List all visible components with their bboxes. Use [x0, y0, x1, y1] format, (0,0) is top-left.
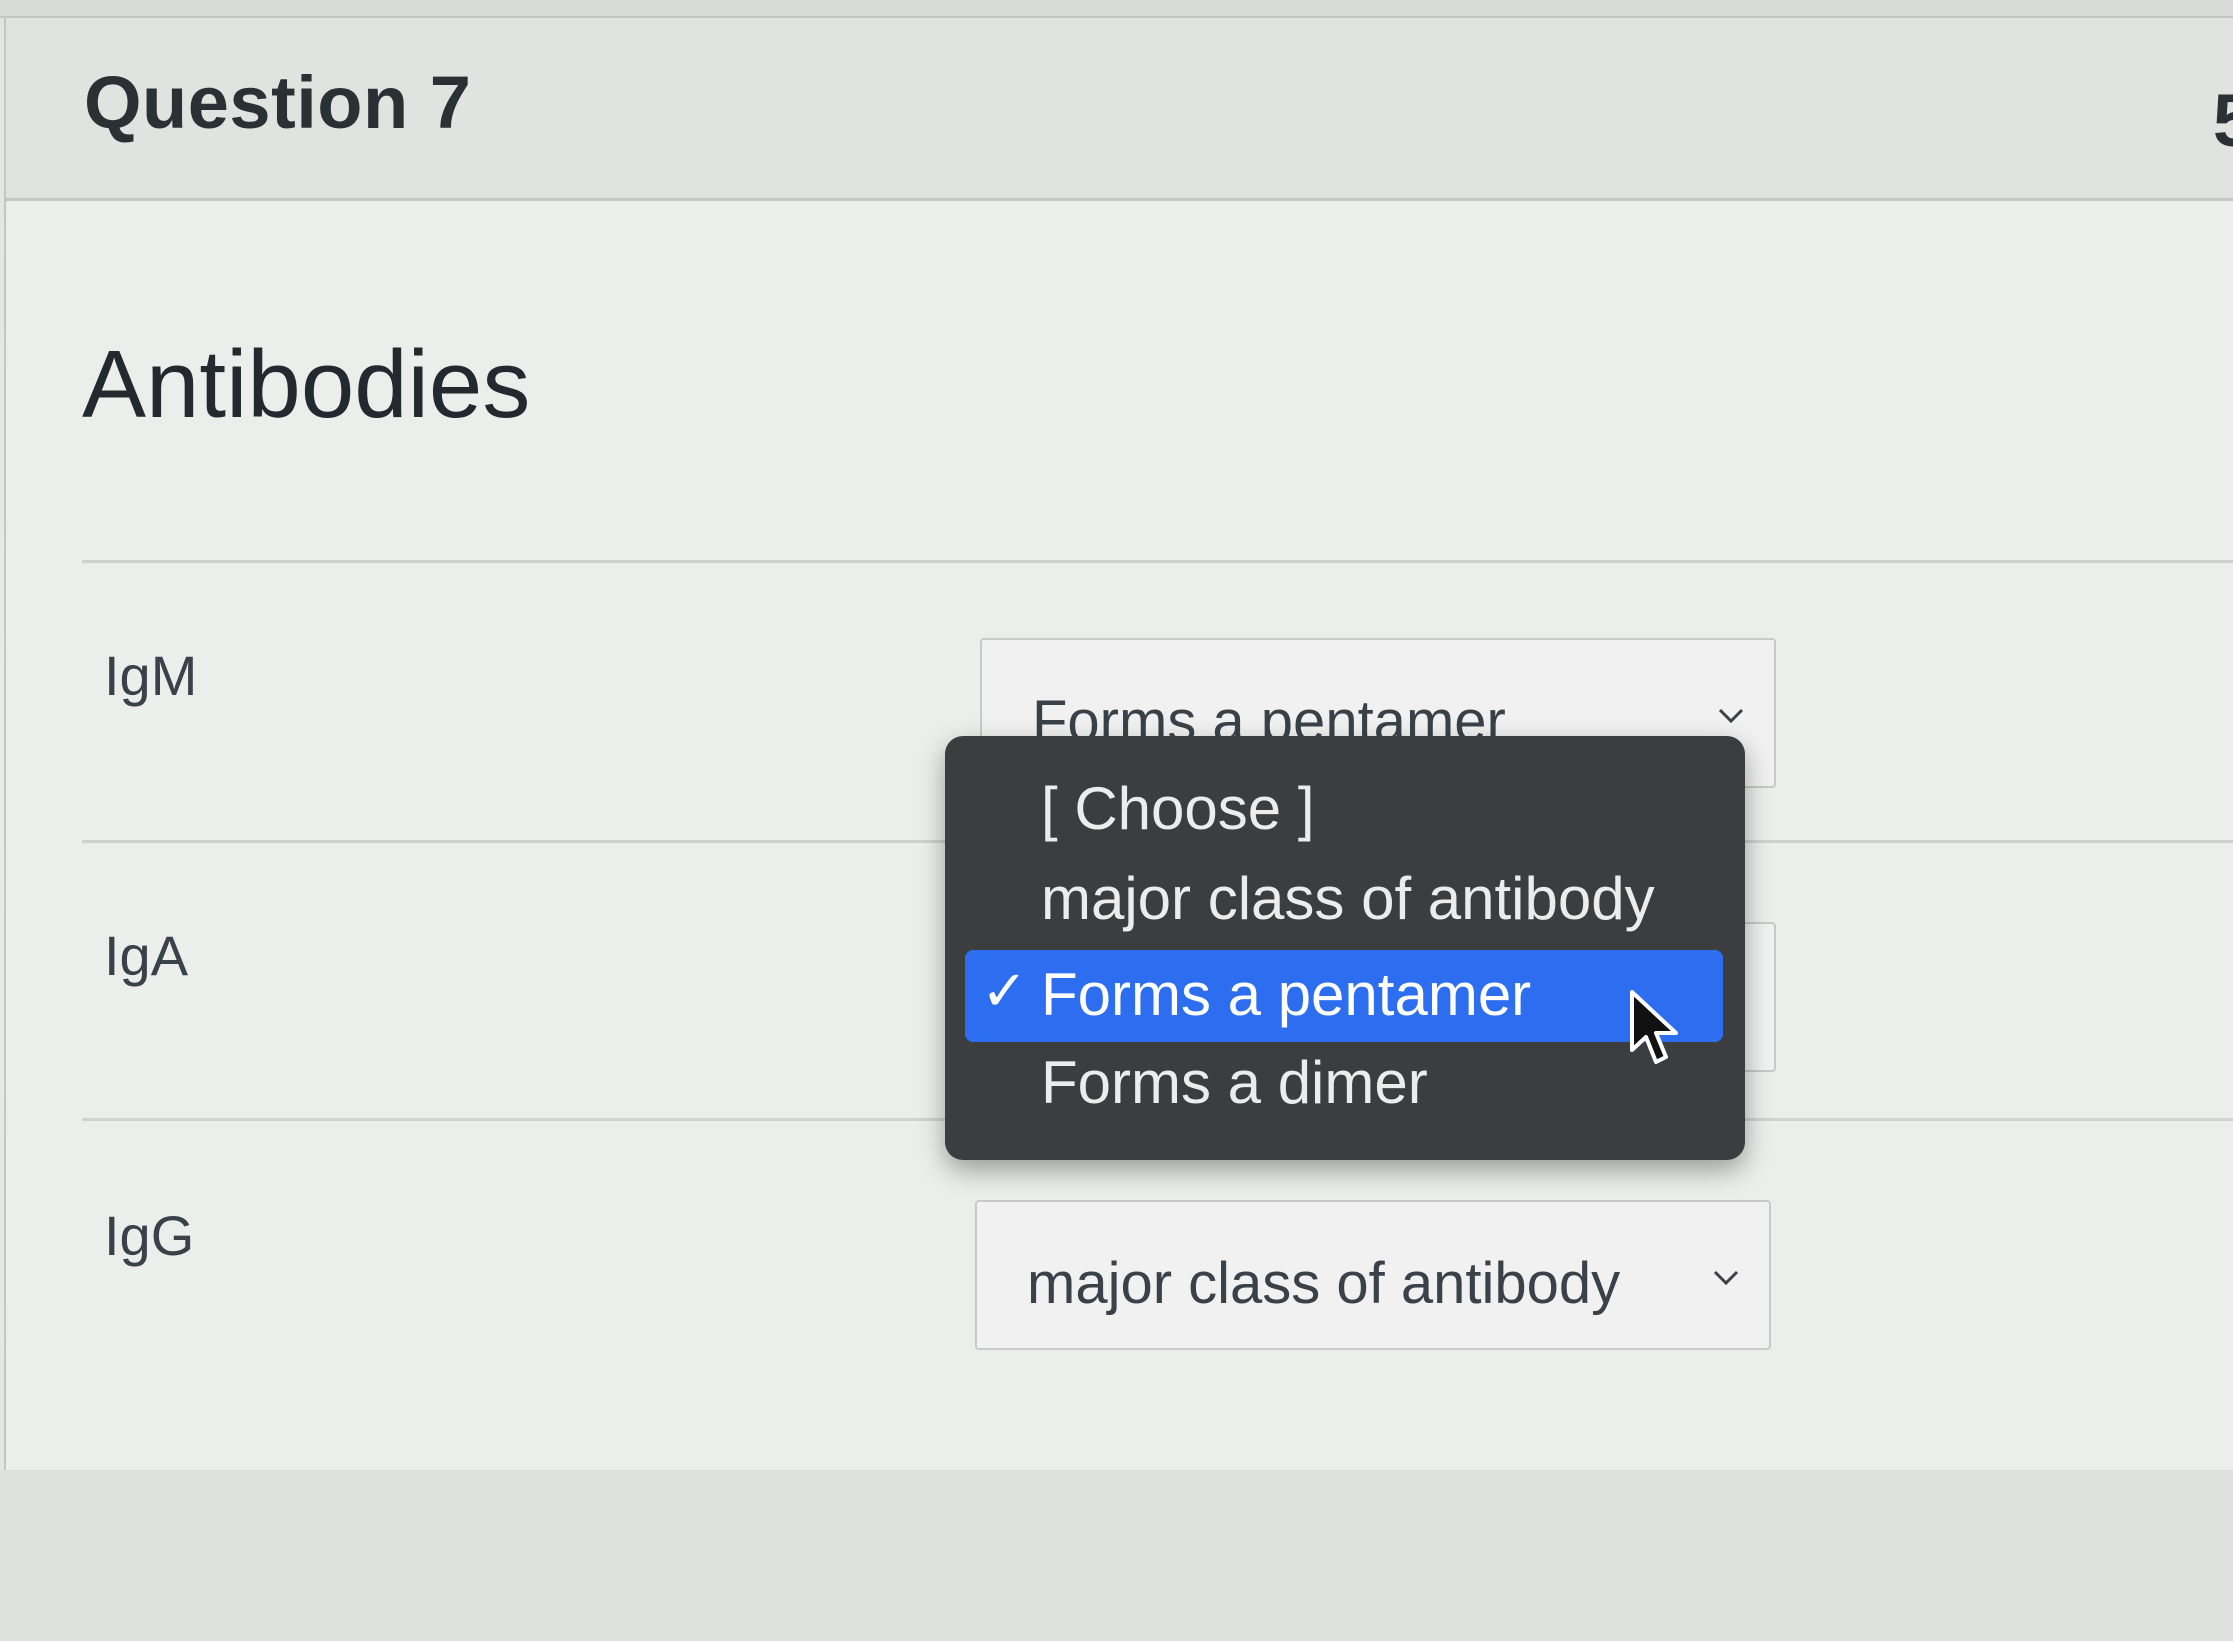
row-label: IgA	[104, 924, 189, 987]
chevron-down-icon	[1713, 1270, 1739, 1286]
quiz-heading: Antibodies	[82, 331, 531, 438]
question-points: 5	[2213, 78, 2233, 163]
select-value: major class of antibody	[1027, 1251, 1621, 1316]
menu-option-choose[interactable]: [ Choose ]	[1041, 774, 1315, 843]
menu-option-forms-dimer[interactable]: Forms a dimer	[1041, 1048, 1428, 1117]
menu-option-forms-pentamer[interactable]: ✓ Forms a pentamer	[965, 950, 1723, 1042]
question-header: Question 7 5	[6, 18, 2233, 201]
igg-answer-select[interactable]: major class of antibody	[975, 1200, 1771, 1350]
chevron-down-icon	[1718, 708, 1744, 724]
bottom-band	[0, 1470, 2233, 1641]
row-label: IgG	[104, 1204, 195, 1267]
row-label: IgM	[104, 644, 198, 707]
menu-option-label: Forms a pentamer	[1041, 961, 1532, 1028]
checkmark-icon: ✓	[981, 959, 1028, 1022]
question-title: Question 7	[84, 61, 472, 144]
dropdown-menu: [ Choose ] major class of antibody ✓ For…	[945, 736, 1745, 1160]
mouse-pointer-icon	[1630, 990, 1678, 1064]
menu-option-major-class[interactable]: major class of antibody	[1041, 864, 1655, 933]
quiz-page: Question 7 5 Antibodies IgM IgA IgG Form…	[0, 0, 2233, 1641]
